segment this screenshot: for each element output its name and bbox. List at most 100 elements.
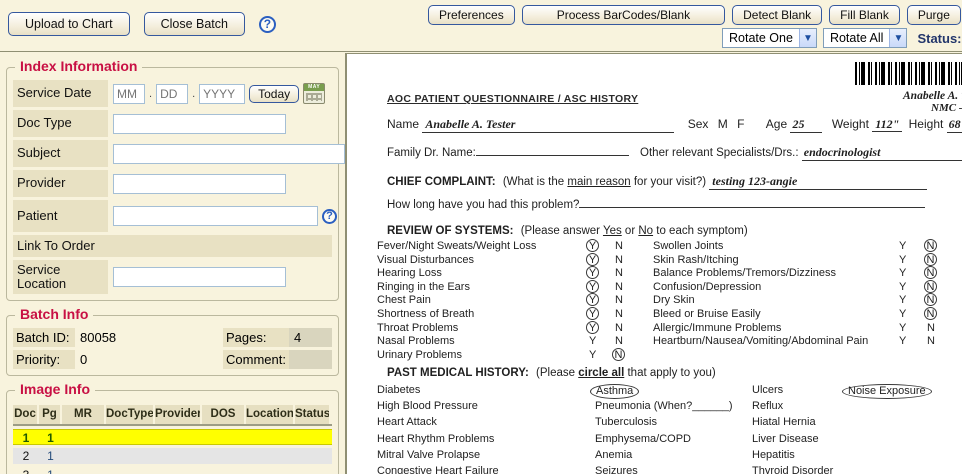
age-value: 25 — [790, 117, 822, 133]
image-table-column-header: DocType — [106, 405, 155, 424]
pmh-item: Congestive Heart Failure — [377, 465, 499, 474]
upload-to-chart-button[interactable]: Upload to Chart — [8, 12, 130, 36]
rotate-all-select[interactable]: Rotate All ▼ — [823, 28, 908, 48]
family-dr-row: Family Dr. Name: Other relevant Speciali… — [387, 145, 962, 161]
ros-answer-no-circled: N — [924, 307, 937, 320]
index-information-section: Index Information Service Date . . Today… — [6, 67, 339, 301]
patient-input[interactable] — [113, 206, 318, 226]
ros-item: Nasal ProblemsYN — [377, 335, 657, 349]
ros-item-label: Skin Rash/Itching — [653, 254, 739, 266]
ros-title: REVIEW OF SYSTEMS: — [387, 225, 514, 237]
image-table-column-header: Status — [295, 405, 331, 424]
ros-answer-yes-circled: Y — [586, 321, 599, 334]
ros-answer-yes-circled: Y — [586, 253, 599, 266]
pmh-item: Heart Rhythm Problems — [377, 433, 499, 449]
ros-item-label: Shortness of Breath — [377, 308, 474, 320]
pmh-item-label: Diabetes — [377, 384, 420, 396]
ros-left-column: Fever/Night Sweats/Weight LossYNVisual D… — [377, 240, 657, 362]
document-viewer[interactable]: Anabelle A. Tester NMC - 6 AOC PATIENT Q… — [346, 53, 962, 474]
pmh-col-4: Noise Exposure — [847, 384, 932, 400]
image-table-cell — [246, 430, 295, 444]
pmh-item: Liver Disease — [752, 433, 833, 449]
status-label: Status: — [917, 31, 961, 46]
doc-type-input[interactable] — [113, 114, 286, 134]
image-table-cell — [246, 467, 295, 474]
pmh-title: PAST MEDICAL HISTORY: — [387, 367, 529, 379]
ros-item-label: Confusion/Depression — [653, 281, 761, 293]
ros-answer-no: N — [615, 335, 623, 347]
pmh-item: Tuberculosis — [595, 416, 733, 432]
image-table-row[interactable]: 31 — [13, 467, 332, 474]
fill-blank-button[interactable]: Fill Blank — [829, 5, 900, 25]
image-table-cell — [295, 467, 331, 474]
chief-complaint-row: CHIEF COMPLAINT: (What is the main reaso… — [387, 174, 927, 190]
image-info-table: DocPgMRDocTypeProviderDOSLocationStatus … — [13, 405, 332, 474]
image-table-cell: 1 — [39, 467, 62, 474]
pmh-item-label-circled: Asthma — [590, 384, 639, 399]
weight-label: Weight — [832, 117, 869, 131]
ros-answer-yes-circled: Y — [586, 239, 599, 252]
ros-right-column: Swollen JointsYNSkin Rash/ItchingYNBalan… — [653, 240, 962, 349]
ros-item: Confusion/DepressionYN — [653, 281, 962, 295]
ros-item: Fever/Night Sweats/Weight LossYN — [377, 240, 657, 254]
image-table-column-header: DOS — [202, 405, 246, 424]
chief-complaint-value: testing 123-angie — [709, 174, 927, 190]
image-table-cell — [106, 430, 155, 444]
index-information-title: Index Information — [15, 58, 142, 74]
ros-item-label: Balance Problems/Tremors/Dizziness — [653, 267, 836, 279]
pmh-item: Diabetes — [377, 384, 499, 400]
ros-item: Chest PainYN — [377, 294, 657, 308]
service-date-mm-input[interactable] — [113, 84, 145, 104]
close-batch-button[interactable]: Close Batch — [144, 12, 245, 36]
pages-value: 4 — [289, 328, 332, 347]
ros-answer-no: N — [615, 308, 623, 320]
patient-help-icon[interactable]: ? — [322, 209, 337, 224]
pmh-col-1: DiabetesHigh Blood PressureHeart AttackH… — [377, 384, 499, 474]
provider-row: Provider — [13, 170, 332, 197]
ros-answer-yes: Y — [899, 267, 906, 279]
help-icon[interactable]: ? — [259, 16, 276, 33]
preferences-button[interactable]: Preferences — [428, 5, 515, 25]
subject-input[interactable] — [113, 144, 345, 164]
ros-item: Throat ProblemsYN — [377, 322, 657, 336]
pmh-item-label: Liver Disease — [752, 433, 819, 445]
pmh-item: Anemia — [595, 449, 733, 465]
pmh-item-label: Pneumonia (When?______) — [595, 400, 733, 412]
chief-question-pre: (What is the — [503, 176, 568, 188]
service-location-input[interactable] — [113, 267, 286, 287]
doc-type-label: Doc Type — [13, 110, 108, 137]
name-value: Anabelle A. Tester — [422, 117, 674, 133]
pmh-item: Hepatitis — [752, 449, 833, 465]
image-table-cell — [246, 448, 295, 464]
chevron-down-icon: ▼ — [799, 29, 816, 47]
service-date-row: Service Date . . Today — [13, 80, 332, 107]
ros-item-label: Fever/Night Sweats/Weight Loss — [377, 240, 536, 252]
purge-button[interactable]: Purge — [907, 5, 961, 25]
calendar-icon[interactable] — [303, 83, 325, 104]
service-date-yyyy-input[interactable] — [199, 84, 245, 104]
ros-answer-yes: Y — [899, 294, 906, 306]
scanned-document-page: Anabelle A. Tester NMC - 6 AOC PATIENT Q… — [347, 54, 962, 474]
pmh-item-label-circled: Noise Exposure — [842, 384, 932, 399]
pmh-item-label: Emphysema/COPD — [595, 433, 691, 445]
service-location-label: Service Location — [13, 260, 108, 294]
rotate-one-select[interactable]: Rotate One ▼ — [722, 28, 817, 48]
image-table-cell: 3 — [13, 467, 39, 474]
ros-item-label: Bleed or Bruise Easily — [653, 308, 761, 320]
provider-input[interactable] — [113, 174, 286, 194]
priority-label: Priority: — [13, 350, 75, 369]
image-table-row[interactable]: 21 — [13, 448, 332, 464]
image-table-row[interactable]: 11 — [13, 429, 332, 445]
process-barcodes-button[interactable]: Process BarCodes/Blank — [522, 5, 725, 25]
ros-answer-no: N — [927, 335, 935, 347]
service-date-dd-input[interactable] — [156, 84, 188, 104]
ros-item-label: Throat Problems — [377, 322, 458, 334]
chevron-down-icon: ▼ — [889, 29, 906, 47]
image-table-cell — [202, 467, 246, 474]
image-info-section: Image Info DocPgMRDocTypeProviderDOSLoca… — [6, 390, 339, 474]
pmh-item-label: Anemia — [595, 449, 632, 461]
detect-blank-button[interactable]: Detect Blank — [732, 5, 822, 25]
today-button[interactable]: Today — [249, 85, 299, 103]
toolbar-right-row2: Rotate One ▼ Rotate All ▼ Status: — [722, 28, 962, 48]
ros-answer-no: N — [615, 254, 623, 266]
